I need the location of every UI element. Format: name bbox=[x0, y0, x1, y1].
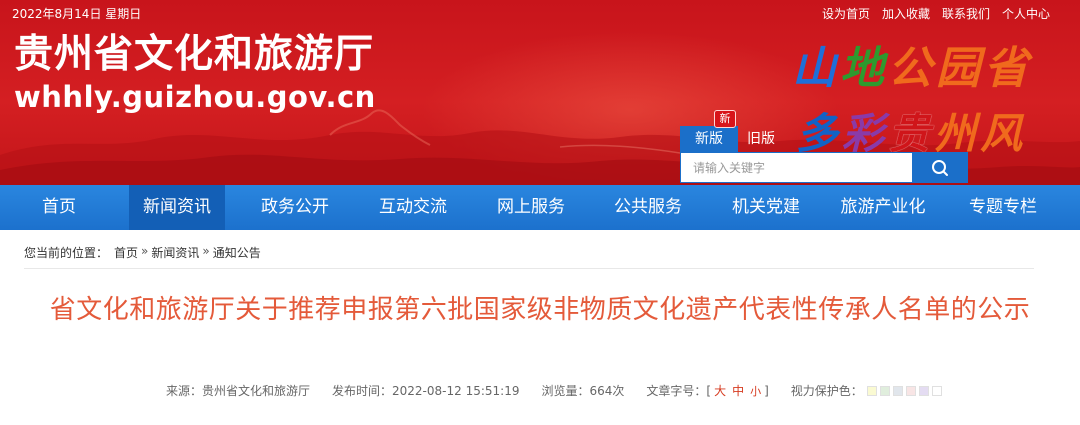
breadcrumb-home[interactable]: 首页 bbox=[114, 244, 138, 261]
eye-care-label: 视力保护色： bbox=[790, 384, 863, 398]
nav-item-public-services[interactable]: 公共服务 bbox=[589, 185, 707, 230]
slogan-char: 贵 bbox=[888, 109, 935, 158]
slogan-char: 彩 bbox=[842, 109, 889, 158]
version-tabs: 新 新版 旧版 bbox=[680, 110, 784, 152]
font-size-large-button[interactable]: 大 bbox=[714, 382, 726, 399]
nav-item-special-topics[interactable]: 专题专栏 bbox=[944, 185, 1062, 230]
eye-care-swatches bbox=[866, 385, 942, 396]
article-source: 来源：贵州省文化和旅游厅 bbox=[166, 384, 311, 398]
breadcrumb-prefix: 您当前的位置： bbox=[24, 246, 109, 260]
nav-item-government-affairs[interactable]: 政务公开 bbox=[236, 185, 354, 230]
contact-us-link[interactable]: 联系我们 bbox=[942, 5, 990, 22]
font-size-label: 文章字号：[ bbox=[646, 384, 712, 398]
eye-care-swatch[interactable] bbox=[892, 385, 903, 396]
font-size-medium-button[interactable]: 中 bbox=[732, 382, 744, 399]
eye-care-swatch[interactable] bbox=[879, 385, 890, 396]
slogan-char: 公 bbox=[888, 43, 936, 94]
font-size-end: ] bbox=[764, 383, 769, 398]
old-version-tab[interactable]: 旧版 bbox=[738, 126, 784, 152]
main-nav: 首页 新闻资讯 政务公开 互动交流 网上服务 公共服务 机关党建 旅游产业化 专… bbox=[0, 185, 1080, 230]
new-version-label: 新版 bbox=[695, 131, 723, 147]
header-banner: 2022年8月14日 星期日 设为首页 加入收藏 联系我们 个人中心 贵州省文化… bbox=[0, 0, 1080, 185]
breadcrumb: 您当前的位置： 首页 » 新闻资讯 » 通知公告 bbox=[24, 244, 261, 261]
new-badge: 新 bbox=[714, 110, 736, 128]
slogan-char: 风 bbox=[980, 109, 1027, 158]
nav-item-online-services[interactable]: 网上服务 bbox=[472, 185, 590, 230]
new-version-tab[interactable]: 新 新版 bbox=[680, 110, 738, 152]
search-box bbox=[680, 152, 968, 183]
eye-care-swatch[interactable] bbox=[918, 385, 929, 396]
add-favorite-link[interactable]: 加入收藏 bbox=[882, 5, 930, 22]
breadcrumb-separator: » bbox=[202, 244, 210, 258]
breadcrumb-separator: » bbox=[141, 244, 149, 258]
nav-item-tourism-industry[interactable]: 旅游产业化 bbox=[822, 185, 944, 230]
eye-care-swatch[interactable] bbox=[905, 385, 916, 396]
breadcrumb-news[interactable]: 新闻资讯 bbox=[151, 244, 199, 261]
breadcrumb-notices[interactable]: 通知公告 bbox=[213, 244, 261, 261]
eye-care-swatch[interactable] bbox=[866, 385, 877, 396]
search-input[interactable] bbox=[681, 153, 913, 182]
article-published-time: 发布时间：2022-08-12 15:51:19 bbox=[332, 384, 520, 398]
search-icon bbox=[931, 159, 948, 176]
divider bbox=[24, 268, 1034, 269]
top-links: 设为首页 加入收藏 联系我们 个人中心 bbox=[810, 5, 1050, 22]
nav-item-news[interactable]: 新闻资讯 bbox=[129, 185, 225, 230]
eye-care-swatch[interactable] bbox=[931, 385, 942, 396]
slogan-char: 多 bbox=[796, 109, 843, 158]
slogan-char: 地 bbox=[840, 43, 888, 94]
set-homepage-link[interactable]: 设为首页 bbox=[822, 5, 870, 22]
site-name: 贵州省文化和旅游厅 bbox=[14, 32, 375, 77]
top-bar: 2022年8月14日 星期日 设为首页 加入收藏 联系我们 个人中心 bbox=[0, 0, 1080, 26]
font-size-small-button[interactable]: 小 bbox=[750, 383, 761, 399]
slogan-char: 州 bbox=[934, 109, 981, 158]
slogan-char: 省 bbox=[984, 43, 1032, 94]
slogan-line-1: 山地公园省 bbox=[792, 32, 1032, 96]
current-date: 2022年8月14日 星期日 bbox=[12, 7, 142, 21]
article-meta: 来源：贵州省文化和旅游厅 发布时间：2022-08-12 15:51:19 浏览… bbox=[166, 382, 942, 399]
article-title: 省文化和旅游厅关于推荐申报第六批国家级非物质文化遗产代表性传承人名单的公示 bbox=[49, 295, 1031, 325]
personal-center-link[interactable]: 个人中心 bbox=[1002, 5, 1050, 22]
slogan-char: 山 bbox=[792, 43, 840, 94]
nav-item-home[interactable]: 首页 bbox=[0, 185, 118, 230]
nav-item-interaction[interactable]: 互动交流 bbox=[354, 185, 472, 230]
article-view-count: 浏览量：664次 bbox=[541, 384, 625, 398]
search-button[interactable] bbox=[912, 153, 967, 182]
slogan-char: 园 bbox=[936, 43, 984, 94]
site-url: whhly.guizhou.gov.cn bbox=[14, 80, 376, 114]
nav-item-party-building[interactable]: 机关党建 bbox=[707, 185, 825, 230]
